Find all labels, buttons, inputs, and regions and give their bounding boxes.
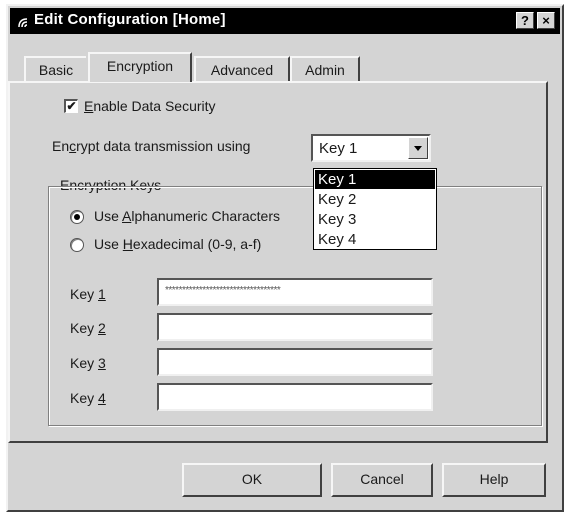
accel-e: E [84, 98, 94, 114]
key4-input[interactable] [157, 383, 433, 411]
hexadecimal-radio[interactable] [70, 238, 84, 252]
alphanumeric-label: Use Alphanumeric Characters [94, 208, 280, 224]
key1-label: Key 1 [70, 286, 106, 302]
key4-label: Key 4 [70, 390, 106, 406]
dropdown-option-key1[interactable]: Key 1 [315, 170, 435, 189]
key4-label-pre: Key [70, 390, 99, 406]
tab-basic[interactable]: Basic [24, 56, 86, 82]
key1-input[interactable]: ********************************** [157, 278, 433, 306]
ok-button[interactable]: OK [182, 463, 322, 497]
encryption-key-dropdown: Key 1 Key 2 Key 3 Key 4 [313, 168, 437, 250]
hex-post: exadecimal (0-9, a-f) [132, 236, 262, 252]
alpha-post: lphanumeric Characters [131, 208, 280, 224]
accel-h: H [122, 236, 133, 252]
selected-key-value: Key 1 [319, 140, 358, 157]
tab-encryption[interactable]: Encryption [88, 52, 192, 82]
close-button[interactable]: × [537, 12, 555, 29]
enable-security-label: Enable Data Security [84, 98, 216, 114]
key3-accel: 3 [98, 355, 106, 371]
help-title-button[interactable]: ? [516, 12, 534, 29]
alpha-pre: Use [94, 208, 123, 224]
alphanumeric-radio[interactable] [70, 210, 84, 224]
cancel-button[interactable]: Cancel [331, 463, 433, 497]
encryption-key-select[interactable]: Key 1 [311, 134, 431, 162]
key2-label: Key 2 [70, 320, 106, 336]
enable-security-checkbox[interactable]: ✔ [64, 99, 78, 113]
tab-advanced[interactable]: Advanced [194, 56, 290, 82]
dropdown-option-key2[interactable]: Key 2 [315, 190, 435, 209]
key1-label-pre: Key [70, 286, 99, 302]
enable-security-text: nable Data Security [93, 98, 216, 114]
key2-input[interactable] [157, 313, 433, 341]
key2-accel: 2 [98, 320, 106, 336]
dropdown-option-key4[interactable]: Key 4 [315, 230, 435, 249]
wireless-signal-icon [18, 18, 28, 28]
window-title: Edit Configuration [Home] [34, 11, 226, 28]
title-bar[interactable]: Edit Configuration [Home] ? × [10, 8, 560, 34]
encrypt-label-post: rypt data transmission using [76, 138, 251, 154]
key3-input[interactable] [157, 348, 433, 376]
key3-label: Key 3 [70, 355, 106, 371]
key3-label-pre: Key [70, 355, 99, 371]
chevron-down-icon[interactable] [408, 137, 428, 159]
key1-accel: 1 [98, 286, 106, 302]
dropdown-option-key3[interactable]: Key 3 [315, 210, 435, 229]
hexadecimal-label: Use Hexadecimal (0-9, a-f) [94, 236, 261, 252]
key2-label-pre: Key [70, 320, 99, 336]
accel-a: A [122, 208, 132, 224]
hex-pre: Use [94, 236, 123, 252]
tab-admin[interactable]: Admin [290, 56, 360, 82]
key4-accel: 4 [98, 390, 106, 406]
help-button[interactable]: Help [442, 463, 546, 497]
encrypt-using-label: Encrypt data transmission using [52, 138, 250, 154]
encrypt-label-pre: En [52, 138, 70, 154]
